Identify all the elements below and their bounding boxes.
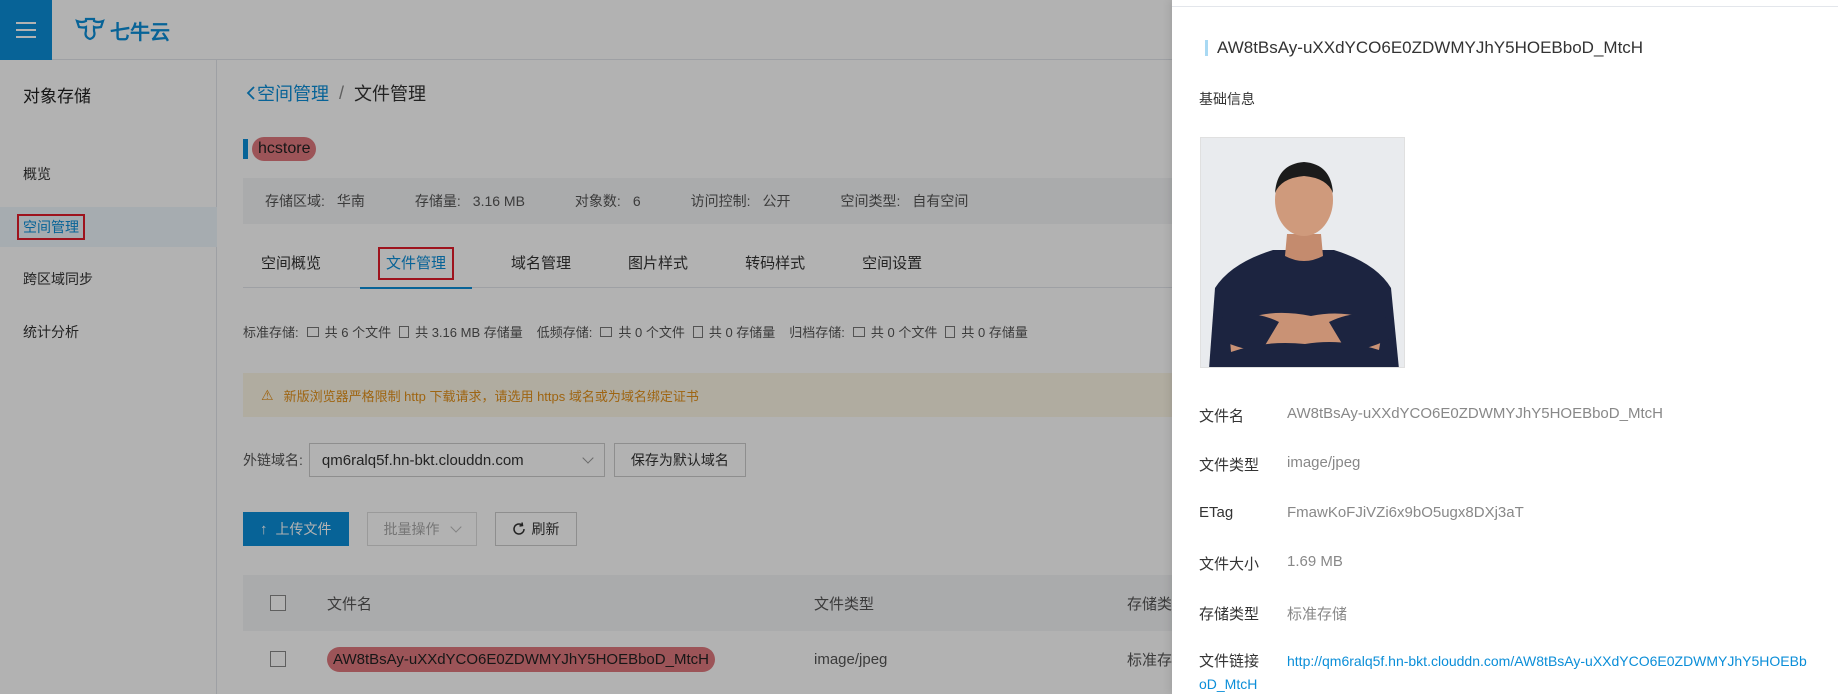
drawer-section-basic-info: 基础信息	[1199, 91, 1255, 107]
detail-file-type: 文件类型 image/jpeg	[1199, 454, 1361, 474]
file-detail-drawer: AW8tBsAy-uXXdYCO6E0ZDWMYJhY5HOEBboD_MtcH…	[1172, 0, 1838, 694]
file-preview-image	[1200, 137, 1405, 368]
file-link[interactable]: http://qm6ralq5f.hn-bkt.clouddn.com/AW8t…	[1199, 653, 1807, 692]
detail-file-size: 文件大小 1.69 MB	[1199, 553, 1343, 573]
person-photo-icon	[1201, 138, 1404, 367]
detail-etag: ETag FmawKoFJiVZi6x9bO5ugx8DXj3aT	[1199, 504, 1524, 521]
drawer-title: AW8tBsAy-uXXdYCO6E0ZDWMYJhY5HOEBboD_MtcH	[1205, 38, 1643, 58]
detail-file-link: 文件链接 http://qm6ralq5f.hn-bkt.clouddn.com/…	[1199, 653, 1807, 692]
drawer-title-marker	[1205, 40, 1208, 56]
modal-overlay[interactable]	[0, 0, 1172, 694]
detail-file-name: 文件名 AW8tBsAy-uXXdYCO6E0ZDWMYJhY5HOEBboD_M…	[1199, 405, 1663, 425]
detail-storage-type: 存储类型 标准存储	[1199, 606, 1348, 623]
